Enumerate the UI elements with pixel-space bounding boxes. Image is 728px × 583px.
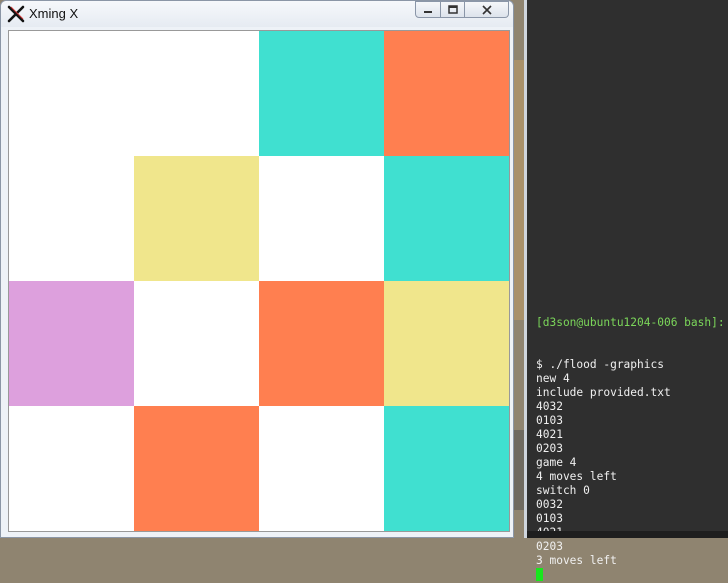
board-cell[interactable] [259,406,384,531]
terminal-line: 0103 [536,414,563,427]
terminal-line: game 4 [536,456,577,469]
terminal-line: 0032 [536,498,563,511]
window-controls [415,1,509,19]
board-cell[interactable] [259,156,384,281]
maximize-button[interactable] [441,1,465,18]
board-cell[interactable] [259,281,384,406]
board-cell[interactable] [384,281,509,406]
board-cell[interactable] [9,281,134,406]
xming-x-icon[interactable] [7,5,25,23]
terminal-prompt: [d3son@ubuntu1204-006 bash]: [536,316,725,329]
terminal-line: include provided.txt [536,386,671,399]
terminal-line: 0203 [536,442,563,455]
terminal-scrollbar[interactable] [527,531,728,538]
board-cell[interactable] [9,156,134,281]
board-cell[interactable] [134,156,259,281]
terminal-cursor [536,568,543,581]
terminal-line: 0103 [536,512,563,525]
board-cell[interactable] [134,406,259,531]
terminal-window[interactable]: [d3son@ubuntu1204-006 bash]: $ ./flood -… [524,0,728,581]
board-cell[interactable] [384,406,509,531]
minimize-icon [424,10,432,13]
board-cell[interactable] [9,406,134,531]
title-bar[interactable]: Xming X [1,1,513,27]
board-cell[interactable] [259,31,384,156]
close-icon [481,4,492,15]
board-cell[interactable] [9,31,134,156]
terminal-line: 4021 [536,428,563,441]
flood-game-board[interactable] [8,30,510,532]
terminal-line: switch 0 [536,484,590,497]
terminal-line: 4 moves left [536,470,617,483]
minimize-button[interactable] [415,1,441,18]
terminal-line: 4032 [536,400,563,413]
terminal-cursor-line[interactable] [536,568,725,583]
xming-window[interactable]: Xming X [0,0,514,538]
terminal-output: [d3son@ubuntu1204-006 bash]: $ ./flood -… [536,288,725,583]
close-button[interactable] [465,1,509,18]
board-cell[interactable] [384,156,509,281]
terminal-line: $ ./flood -graphics [536,358,664,371]
terminal-line: 3 moves left [536,554,617,567]
terminal-line: 0203 [536,540,563,553]
window-title: Xming X [29,6,79,21]
board-cell[interactable] [384,31,509,156]
board-cell[interactable] [134,281,259,406]
maximize-icon [447,4,458,14]
terminal-line: new 4 [536,372,570,385]
board-cell[interactable] [134,31,259,156]
